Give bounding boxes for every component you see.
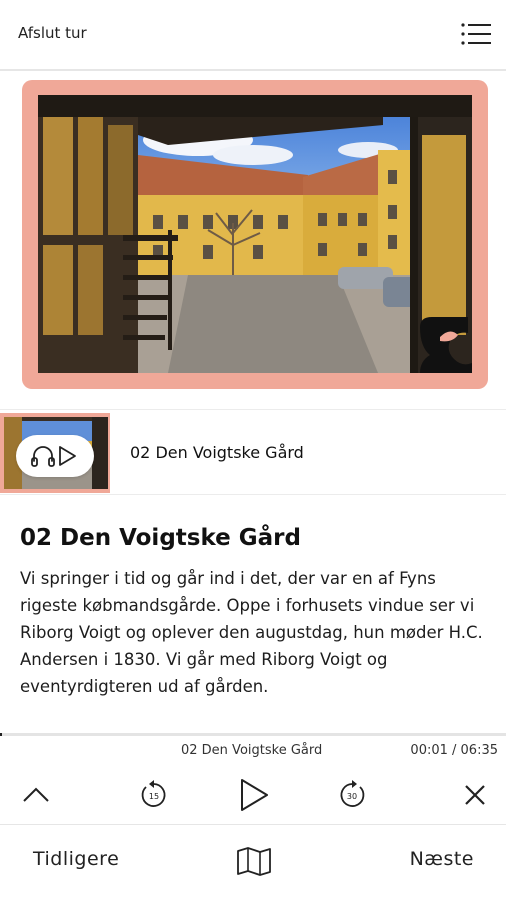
list-menu-icon[interactable]: [460, 20, 492, 48]
forward-30-icon: 30: [340, 780, 365, 807]
audio-progress-fill: [0, 733, 2, 736]
top-bar: Afslut tur: [0, 0, 506, 70]
headphones-icon: [31, 446, 55, 467]
rewind-15-icon: 15: [141, 780, 166, 807]
previous-button[interactable]: Tidligere: [33, 848, 119, 870]
hero-image: [38, 95, 472, 373]
chevron-up-icon: [23, 787, 49, 802]
svg-text:30: 30: [347, 792, 357, 801]
map-icon[interactable]: [236, 846, 272, 876]
expand-player-button[interactable]: [18, 777, 54, 813]
now-playing-title: 02 Den Voigtske Gård: [181, 743, 323, 758]
stop-description: 02 Den Voigtske Gård Vi springer i tid o…: [20, 525, 486, 700]
footer-divider: [0, 824, 506, 825]
svg-text:15: 15: [149, 792, 159, 801]
headphones-play-button[interactable]: [16, 435, 94, 477]
rewind-button[interactable]: 15: [136, 777, 172, 813]
play-button[interactable]: [235, 777, 271, 813]
playback-time: 00:01 / 06:35: [410, 743, 498, 758]
header-divider: [0, 69, 506, 71]
forward-button[interactable]: 30: [334, 777, 370, 813]
play-icon: [241, 779, 268, 811]
track-thumbnail: [0, 413, 110, 493]
audio-progress-bar[interactable]: [0, 733, 506, 736]
close-icon: [465, 785, 485, 805]
close-player-button[interactable]: [457, 777, 493, 813]
next-button[interactable]: Næste: [410, 848, 474, 870]
track-list-item[interactable]: 02 Den Voigtske Gård: [0, 409, 506, 495]
stop-body-text: Vi springer i tid og går ind i det, der …: [20, 569, 483, 696]
exit-tour-button[interactable]: Afslut tur: [18, 24, 87, 42]
track-title: 02 Den Voigtske Gård: [130, 443, 304, 462]
play-icon: [59, 446, 76, 466]
stop-heading: 02 Den Voigtske Gård: [20, 525, 301, 551]
